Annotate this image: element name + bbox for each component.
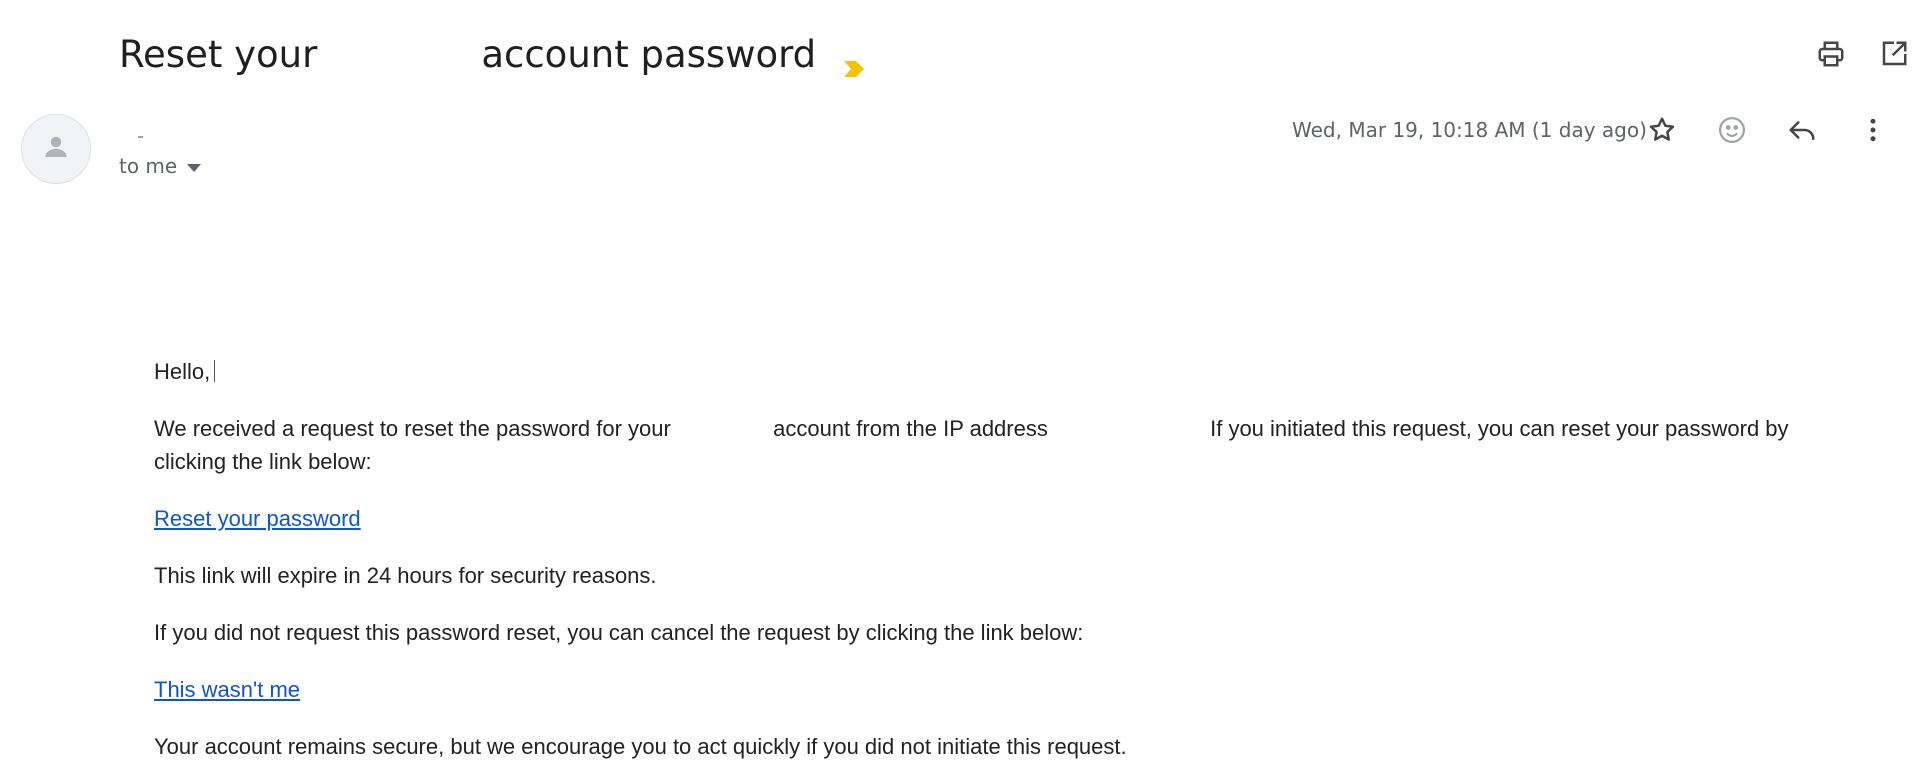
importance-marker-icon[interactable] (842, 45, 868, 77)
open-in-new-window-icon (1879, 39, 1909, 74)
not-me-link-paragraph: This wasn't me (154, 673, 300, 706)
redacted-name-marker (214, 360, 216, 382)
star-icon (1647, 115, 1677, 150)
message-date: Wed, Mar 19, 10:18 AM (1 day ago) (1292, 118, 1647, 142)
add-reaction-button[interactable] (1712, 112, 1752, 152)
subject-part-1: Reset your (119, 32, 318, 76)
sender-name-redacted[interactable] (138, 136, 143, 138)
greeting-line: Hello, (154, 355, 216, 388)
more-vert-icon (1858, 115, 1888, 150)
greeting-text: Hello, (154, 359, 211, 384)
request-text-1: We received a request to reset the passw… (154, 416, 671, 441)
cancel-note: If you did not request this password res… (154, 620, 1084, 645)
request-paragraph: We received a request to reset the passw… (154, 412, 1834, 478)
recipient-details-toggle[interactable]: to me (119, 154, 202, 178)
sender-avatar[interactable] (21, 114, 91, 184)
reset-password-link[interactable]: Reset your password (154, 506, 361, 531)
print-all-button[interactable] (1811, 36, 1851, 76)
not-me-link[interactable]: This wasn't me (154, 677, 300, 702)
reply-icon (1787, 115, 1817, 150)
emoji-reaction-icon (1717, 115, 1747, 150)
recipient-label: to me (119, 154, 178, 178)
thread-actions (1769, 36, 1919, 76)
expire-note: This link will expire in 24 hours for se… (154, 563, 657, 588)
more-options-button[interactable] (1853, 112, 1893, 152)
request-text-2: account from the IP address (773, 416, 1048, 441)
reset-link-paragraph: Reset your password (154, 502, 361, 535)
chevron-down-icon (187, 163, 202, 172)
person-icon (41, 132, 71, 167)
print-icon (1816, 39, 1846, 74)
open-in-new-window-button[interactable] (1874, 36, 1914, 76)
reply-button[interactable] (1782, 112, 1822, 152)
star-button[interactable] (1642, 112, 1682, 152)
subject-part-2: account password (481, 32, 817, 76)
email-subject: Reset your account password (119, 26, 868, 82)
secure-note: Your account remains secure, but we enco… (154, 734, 1127, 759)
